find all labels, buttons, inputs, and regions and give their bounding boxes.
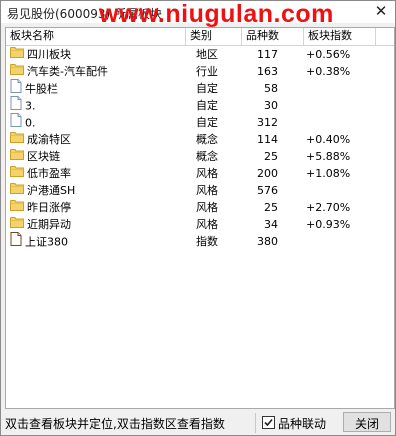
table-row[interactable]: 3. 自定 30 bbox=[6, 96, 376, 114]
sector-name: 上证380 bbox=[25, 235, 68, 249]
cell-index bbox=[306, 97, 376, 114]
status-bar: 双击查看板块并定位,双击指数区查看指数 品种联动 关闭 bbox=[1, 411, 395, 435]
column-header-type[interactable]: 类别 bbox=[186, 28, 242, 45]
sector-name: 沪港通SH bbox=[27, 184, 76, 197]
status-separator bbox=[255, 413, 256, 433]
cell-index bbox=[306, 80, 376, 97]
cell-index: +0.38% bbox=[306, 65, 351, 78]
linkage-checkbox[interactable] bbox=[262, 416, 275, 429]
column-header-index[interactable]: 板块指数 bbox=[304, 28, 376, 45]
cell-name: 3. bbox=[10, 96, 186, 114]
column-header-name[interactable]: 板块名称 bbox=[6, 28, 186, 45]
sector-name: 近期异动 bbox=[27, 218, 71, 231]
folder-icon bbox=[10, 131, 24, 148]
table-row[interactable]: 牛股栏 自定 58 bbox=[6, 79, 376, 97]
cell-name: 成渝特区 bbox=[10, 131, 186, 148]
table-row[interactable]: 近期异动 风格 34 +0.93% bbox=[6, 216, 376, 233]
table-row[interactable]: 昨日涨停 风格 25 +2.70% bbox=[6, 199, 376, 216]
folder-icon bbox=[10, 216, 24, 233]
cell-index: +2.70% bbox=[306, 201, 351, 214]
table-row[interactable]: 沪港通SH 风格 576 bbox=[6, 182, 376, 199]
cell-count: 25 bbox=[264, 150, 278, 163]
index-doc-icon bbox=[10, 232, 22, 251]
table-row[interactable]: 低市盈率 风格 200 +1.08% bbox=[6, 165, 376, 182]
sector-name: 低市盈率 bbox=[27, 167, 71, 180]
cell-name: 上证380 bbox=[10, 232, 186, 251]
sector-name: 四川板块 bbox=[27, 48, 71, 61]
cell-count: 30 bbox=[264, 99, 278, 112]
dialog-window: 易见股份(600093) 所属板块 www.niugulan.com ✕ 板块名… bbox=[0, 0, 396, 436]
folder-icon bbox=[10, 165, 24, 182]
cell-index bbox=[306, 182, 376, 199]
cell-index bbox=[306, 114, 376, 131]
sector-name: 成渝特区 bbox=[27, 133, 71, 146]
cell-count: 380 bbox=[257, 235, 278, 248]
sector-name: 区块链 bbox=[27, 150, 60, 163]
sector-name: 汽车类-汽车配件 bbox=[27, 65, 108, 78]
table-row[interactable]: 区块链 概念 25 +5.88% bbox=[6, 148, 376, 165]
cell-name: 昨日涨停 bbox=[10, 199, 186, 216]
table-row[interactable]: 成渝特区 概念 114 +0.40% bbox=[6, 131, 376, 148]
cell-count: 576 bbox=[257, 184, 278, 197]
close-button[interactable]: 关闭 bbox=[343, 412, 391, 432]
cell-index: +0.40% bbox=[306, 133, 351, 146]
cell-name: 区块链 bbox=[10, 148, 186, 165]
table-row[interactable]: 汽车类-汽车配件 行业 163 +0.38% bbox=[6, 63, 376, 80]
cell-count: 200 bbox=[257, 167, 278, 180]
sector-list[interactable]: 板块名称 类别 品种数 板块指数 四川板块 地区 117 +0.56% 汽车类-汽车配件… bbox=[5, 27, 395, 409]
watermark-text: www.niugulan.com bbox=[99, 0, 334, 28]
cell-name: 近期异动 bbox=[10, 216, 186, 233]
cell-name: 沪港通SH bbox=[10, 182, 186, 199]
cell-index: +1.08% bbox=[306, 167, 351, 180]
document-icon bbox=[10, 113, 22, 132]
sector-name: 3. bbox=[25, 99, 36, 113]
cell-name: 四川板块 bbox=[10, 46, 186, 63]
table-row[interactable]: 上证380 指数 380 bbox=[6, 232, 376, 251]
linkage-label[interactable]: 品种联动 bbox=[278, 415, 326, 432]
list-header: 板块名称 类别 品种数 板块指数 bbox=[6, 28, 394, 46]
cell-name: 0. bbox=[10, 113, 186, 132]
sector-name: 昨日涨停 bbox=[27, 201, 71, 214]
cell-name: 牛股栏 bbox=[10, 79, 186, 97]
cell-count: 117 bbox=[257, 48, 278, 61]
sector-name: 0. bbox=[25, 116, 36, 130]
checkmark-icon bbox=[264, 418, 273, 427]
folder-icon bbox=[10, 199, 24, 216]
folder-icon bbox=[10, 46, 24, 63]
table-row[interactable]: 0. 自定 312 bbox=[6, 113, 376, 132]
folder-icon bbox=[10, 63, 24, 80]
cell-count: 163 bbox=[257, 65, 278, 78]
cell-name: 低市盈率 bbox=[10, 165, 186, 182]
cell-index: +5.88% bbox=[306, 150, 351, 163]
cell-count: 25 bbox=[264, 201, 278, 214]
sector-name: 牛股栏 bbox=[25, 82, 58, 96]
status-hint: 双击查看板块并定位,双击指数区查看指数 bbox=[5, 417, 225, 431]
table-row[interactable]: 四川板块 地区 117 +0.56% bbox=[6, 46, 376, 63]
cell-count: 312 bbox=[257, 116, 278, 129]
close-icon[interactable]: ✕ bbox=[373, 3, 389, 19]
cell-name: 汽车类-汽车配件 bbox=[10, 63, 186, 80]
title-bar[interactable]: 易见股份(600093) 所属板块 www.niugulan.com ✕ bbox=[1, 0, 395, 28]
cell-count: 58 bbox=[264, 82, 278, 95]
column-header-count[interactable]: 品种数 bbox=[242, 28, 304, 45]
cell-count: 114 bbox=[257, 133, 278, 146]
cell-index: +0.56% bbox=[306, 48, 351, 61]
cell-index: +0.93% bbox=[306, 218, 351, 231]
folder-icon bbox=[10, 182, 24, 199]
cell-count: 34 bbox=[264, 218, 278, 231]
folder-icon bbox=[10, 148, 24, 165]
cell-index bbox=[306, 233, 376, 250]
